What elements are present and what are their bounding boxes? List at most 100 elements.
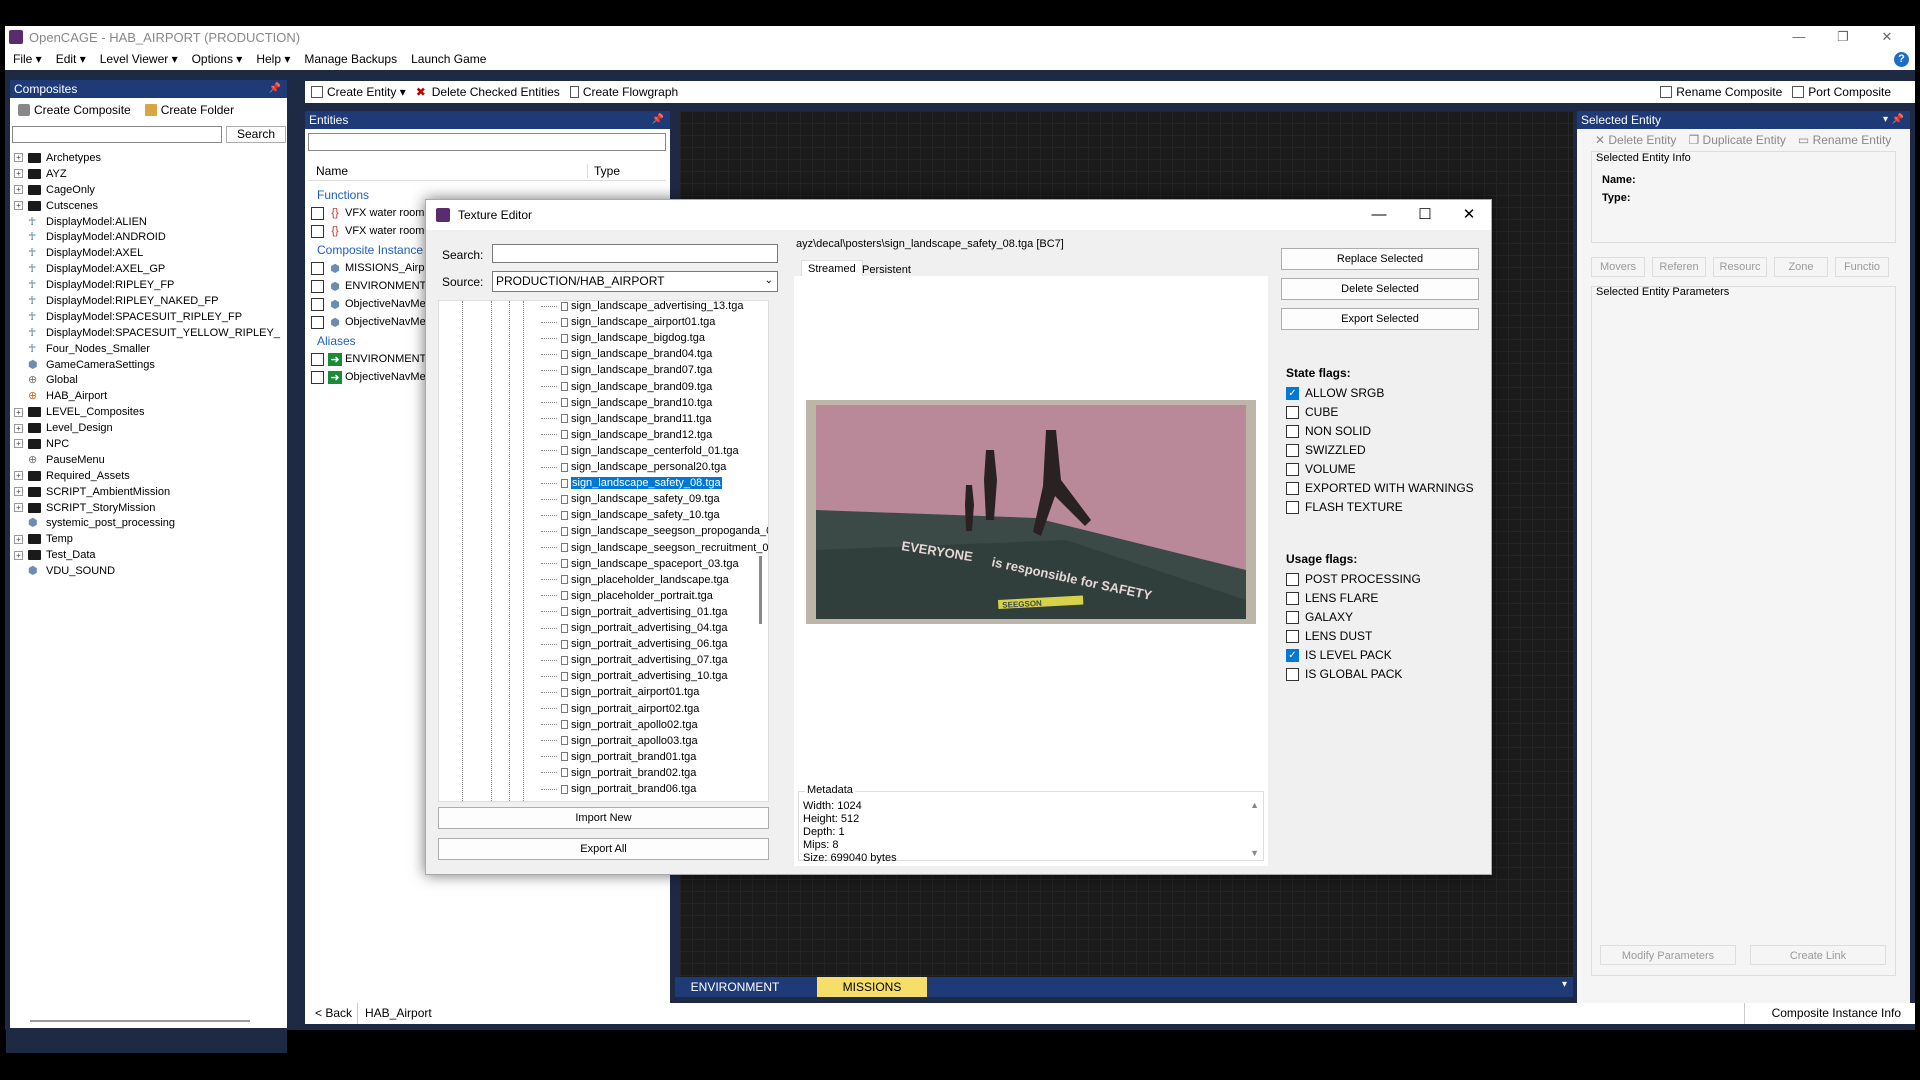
texture-file-item[interactable]: sign_landscape_brand12.tga xyxy=(541,427,712,443)
tree-item[interactable]: ☥ Four_Nodes_Smaller xyxy=(14,341,280,357)
tab-streamed[interactable]: Streamed xyxy=(801,260,863,277)
tree-item[interactable]: + NPC xyxy=(14,436,280,452)
dialog-close-button[interactable]: ✕ xyxy=(1446,200,1492,230)
flag-checkbox-row[interactable]: SWIZZLED xyxy=(1286,443,1366,457)
texture-file-item[interactable]: sign_landscape_safety_08.tga xyxy=(541,475,723,491)
flag-checkbox-row[interactable]: ✓ IS LEVEL PACK xyxy=(1286,648,1392,662)
texture-file-item[interactable]: sign_portrait_apollo02.tga xyxy=(541,717,698,733)
flag-checkbox-row[interactable]: EXPORTED WITH WARNINGS xyxy=(1286,481,1474,495)
dialog-minimize-button[interactable]: — xyxy=(1356,200,1402,230)
flag-checkbox[interactable] xyxy=(1286,405,1299,419)
entity-detail-tab[interactable]: Movers xyxy=(1591,257,1645,277)
tab-environment[interactable]: ENVIRONMENT xyxy=(685,977,785,997)
flag-checkbox-row[interactable]: FLASH TEXTURE xyxy=(1286,500,1403,514)
tree-item[interactable]: + SCRIPT_AmbientMission xyxy=(14,484,280,500)
tab-missions[interactable]: MISSIONS xyxy=(817,977,927,997)
tree-item[interactable]: + Archetypes xyxy=(14,150,280,166)
menu-manage-backups[interactable]: Manage Backups xyxy=(304,52,397,66)
tree-item[interactable]: + Cutscenes xyxy=(14,198,280,214)
horizontal-scrollbar[interactable] xyxy=(30,1020,250,1022)
scroll-up-icon[interactable]: ▲ xyxy=(1250,800,1259,810)
tree-item[interactable]: ⊕ PauseMenu xyxy=(14,452,280,468)
flag-checkbox-row[interactable]: NON SOLID xyxy=(1286,424,1371,438)
texture-file-item[interactable]: sign_portrait_brand06.tga xyxy=(541,781,696,797)
tree-item[interactable]: ☥ DisplayModel:SPACESUIT_RIPLEY_FP xyxy=(14,309,280,325)
flag-checkbox[interactable] xyxy=(1286,443,1299,457)
pin-icon[interactable]: 📌 xyxy=(652,111,664,129)
entity-checkbox[interactable] xyxy=(311,297,324,311)
composite-search-input[interactable] xyxy=(12,126,222,143)
entity-detail-tab[interactable]: Resourc xyxy=(1713,257,1767,277)
replace-selected-button[interactable]: Replace Selected xyxy=(1281,248,1479,270)
entity-checkbox[interactable] xyxy=(311,315,324,329)
texture-file-item[interactable]: sign_portrait_advertising_04.tga xyxy=(541,620,728,636)
entity-checkbox[interactable] xyxy=(311,206,324,220)
entity-checkbox[interactable] xyxy=(311,352,324,366)
expand-icon[interactable]: + xyxy=(14,503,23,513)
texture-file-item[interactable]: sign_landscape_airport01.tga xyxy=(541,314,715,330)
flag-checkbox-row[interactable]: LENS DUST xyxy=(1286,629,1372,643)
expand-icon[interactable]: + xyxy=(14,487,23,497)
tree-item[interactable]: ☥ DisplayModel:AXEL xyxy=(14,245,280,261)
menu-level-viewer[interactable]: Level Viewer ▾ xyxy=(100,52,178,66)
flag-checkbox-row[interactable]: VOLUME xyxy=(1286,462,1356,476)
texture-file-item[interactable]: sign_portrait_airport02.tga xyxy=(541,701,699,717)
pin-icon[interactable]: 📌 xyxy=(1892,111,1904,129)
texture-file-item[interactable]: sign_landscape_centerfold_01.tga xyxy=(541,443,739,459)
tree-item[interactable]: ⬢ VDU_SOUND xyxy=(14,563,280,579)
menu-launch-game[interactable]: Launch Game xyxy=(411,52,486,66)
expand-icon[interactable]: + xyxy=(14,439,23,449)
flag-checkbox[interactable] xyxy=(1286,481,1299,495)
entities-search-input[interactable] xyxy=(308,133,666,151)
entity-checkbox[interactable] xyxy=(311,261,324,275)
vertical-scrollbar[interactable] xyxy=(759,556,762,624)
flag-checkbox[interactable] xyxy=(1286,591,1299,605)
rename-composite-button[interactable]: Rename Composite xyxy=(1660,85,1782,99)
tree-item[interactable]: ☥ DisplayModel:ANDROID xyxy=(14,229,280,245)
delete-selected-button[interactable]: Delete Selected xyxy=(1281,278,1479,300)
flag-checkbox-row[interactable]: ✓ ALLOW SRGB xyxy=(1286,386,1384,400)
tree-item[interactable]: + CageOnly xyxy=(14,182,280,198)
texture-file-item[interactable]: sign_landscape_seegson_recruitment_02.tg… xyxy=(541,540,768,556)
texture-file-item[interactable]: sign_portrait_brand01.tga xyxy=(541,749,696,765)
flag-checkbox[interactable] xyxy=(1286,610,1299,624)
texture-file-item[interactable]: sign_landscape_brand07.tga xyxy=(541,362,712,378)
flag-checkbox[interactable] xyxy=(1286,424,1299,438)
flag-checkbox-row[interactable]: IS GLOBAL PACK xyxy=(1286,667,1402,681)
tree-item[interactable]: + Temp xyxy=(14,531,280,547)
modify-parameters-button[interactable]: Modify Parameters xyxy=(1600,945,1736,965)
texture-file-item[interactable]: sign_landscape_advertising_13.tga xyxy=(541,301,743,314)
import-new-button[interactable]: Import New xyxy=(438,807,769,829)
expand-icon[interactable]: + xyxy=(14,534,23,544)
flag-checkbox-row[interactable]: POST PROCESSING xyxy=(1286,572,1421,586)
dropdown-icon[interactable]: ▾ xyxy=(1883,111,1888,129)
entity-detail-tab[interactable]: Referen xyxy=(1652,257,1706,277)
entity-checkbox[interactable] xyxy=(311,279,324,293)
help-icon[interactable]: ? xyxy=(1894,52,1909,67)
create-composite-button[interactable]: Create Composite xyxy=(18,103,131,117)
source-select[interactable]: PRODUCTION/HAB_AIRPORT ⌄ xyxy=(492,271,778,292)
expand-icon[interactable]: + xyxy=(14,153,23,163)
expand-icon[interactable]: + xyxy=(14,550,23,560)
expand-icon[interactable]: + xyxy=(14,407,23,417)
column-name[interactable]: Name xyxy=(308,163,588,178)
texture-file-item[interactable]: sign_landscape_spaceport_03.tga xyxy=(541,556,739,572)
entity-checkbox[interactable] xyxy=(311,224,324,238)
texture-file-item[interactable]: sign_landscape_brand09.tga xyxy=(541,379,712,395)
scroll-down-icon[interactable]: ▼ xyxy=(1250,848,1259,858)
texture-search-input[interactable] xyxy=(492,244,778,263)
flag-checkbox[interactable] xyxy=(1286,667,1299,681)
port-composite-button[interactable]: Port Composite xyxy=(1792,85,1891,99)
menu-help[interactable]: Help ▾ xyxy=(256,52,290,66)
export-selected-button[interactable]: Export Selected xyxy=(1281,308,1479,330)
flag-checkbox[interactable] xyxy=(1286,462,1299,476)
composite-search-button[interactable]: Search xyxy=(226,126,286,143)
tree-item[interactable]: ☥ DisplayModel:ALIEN xyxy=(14,214,280,230)
create-link-button[interactable]: Create Link xyxy=(1750,945,1886,965)
flag-checkbox[interactable]: ✓ xyxy=(1286,386,1299,400)
back-button[interactable]: < Back xyxy=(315,1006,352,1020)
texture-file-item[interactable]: sign_portrait_advertising_10.tga xyxy=(541,668,728,684)
tree-item[interactable]: + Test_Data xyxy=(14,547,280,563)
close-button[interactable]: ✕ xyxy=(1865,26,1909,48)
restore-button[interactable]: ❐ xyxy=(1821,26,1865,48)
